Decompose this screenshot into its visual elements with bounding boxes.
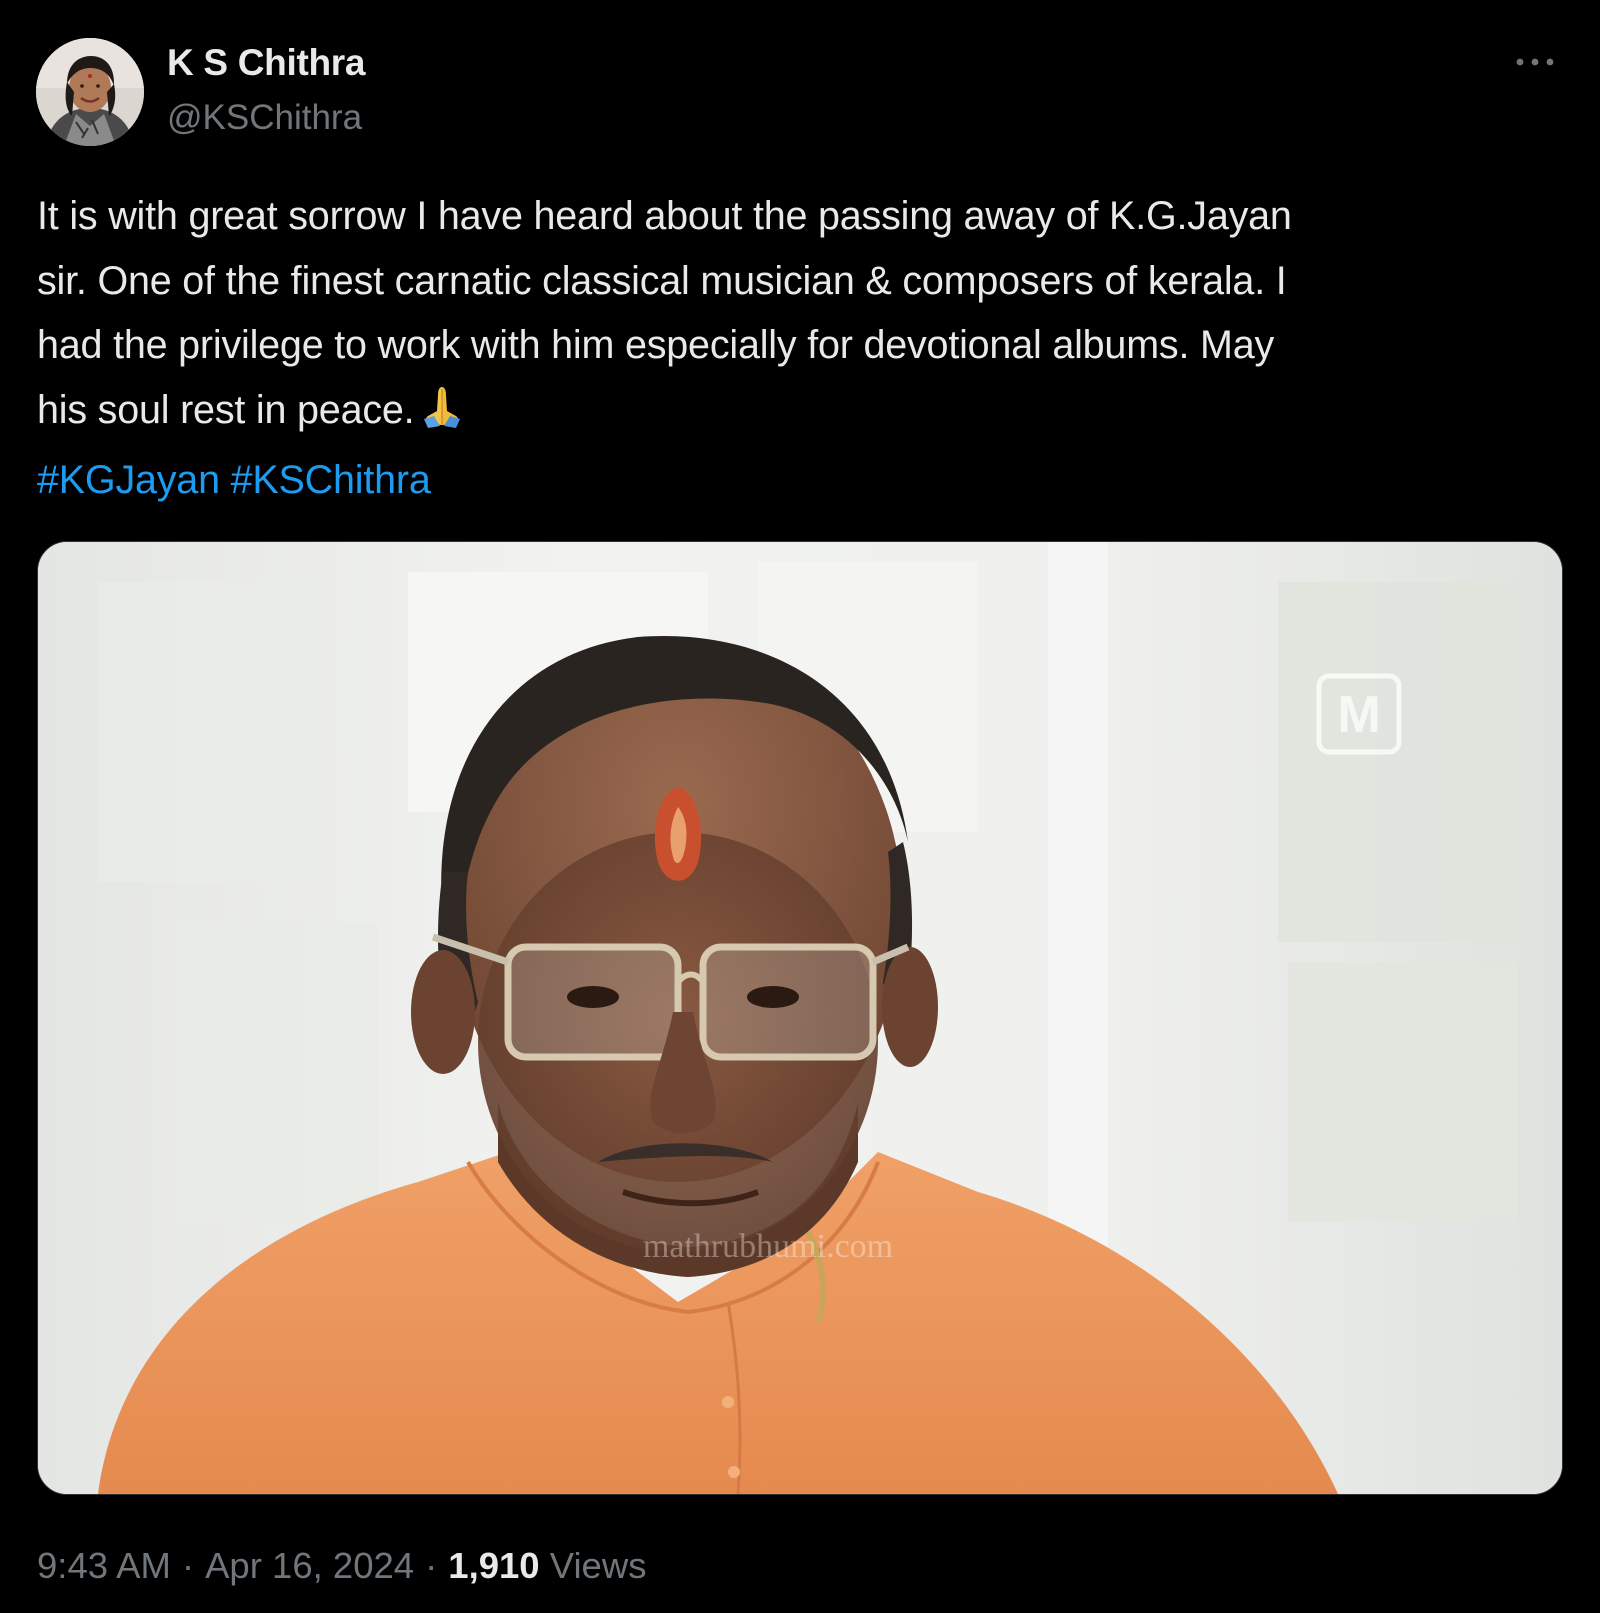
more-options-button[interactable] [1508, 42, 1562, 82]
tweet-meta: 9:43 AM · Apr 16, 2024 · 1,910 Views [37, 1545, 646, 1587]
more-options-icon [1516, 58, 1554, 66]
watermark-text: mathrubhumi.com [643, 1228, 893, 1265]
tweet-text-line: sir. One of the finest carnatic classica… [37, 258, 1287, 303]
tweet-text-line: his soul rest in peace. [37, 387, 415, 432]
avatar[interactable] [36, 38, 144, 146]
hashtags: #KGJayan #KSChithra [37, 448, 1582, 513]
tweet-text-line: had the privilege to work with him espec… [37, 323, 1275, 367]
hashtag-link[interactable]: #KGJayan [37, 458, 220, 502]
tweet-date[interactable]: Apr 16, 2024 [205, 1545, 414, 1586]
tweet-text-line-last: his soul rest in peace. [37, 378, 1582, 449]
watermark-logo: M [1337, 686, 1380, 744]
tweet: K S Chithra @KSChithra It is with great … [0, 0, 1600, 1613]
portrait-photo: M mathrubhumi.com [38, 542, 1562, 1494]
tweet-time[interactable]: 9:43 AM [37, 1545, 171, 1586]
tweet-text: It is with great sorrow I have heard abo… [37, 184, 1582, 513]
display-name[interactable]: K S Chithra [167, 42, 365, 84]
folded-hands-icon [420, 383, 464, 449]
user-handle[interactable]: @KSChithra [167, 98, 362, 138]
views-label: Views [549, 1545, 647, 1586]
separator: · [181, 1545, 195, 1586]
tweet-text-line: It is with great sorrow I have heard abo… [37, 194, 1292, 238]
media-image[interactable]: M mathrubhumi.com [37, 541, 1563, 1495]
views-count: 1,910 [448, 1545, 540, 1586]
hashtag-link[interactable]: #KSChithra [231, 458, 431, 502]
avatar-image [36, 38, 144, 146]
separator: · [425, 1545, 438, 1586]
